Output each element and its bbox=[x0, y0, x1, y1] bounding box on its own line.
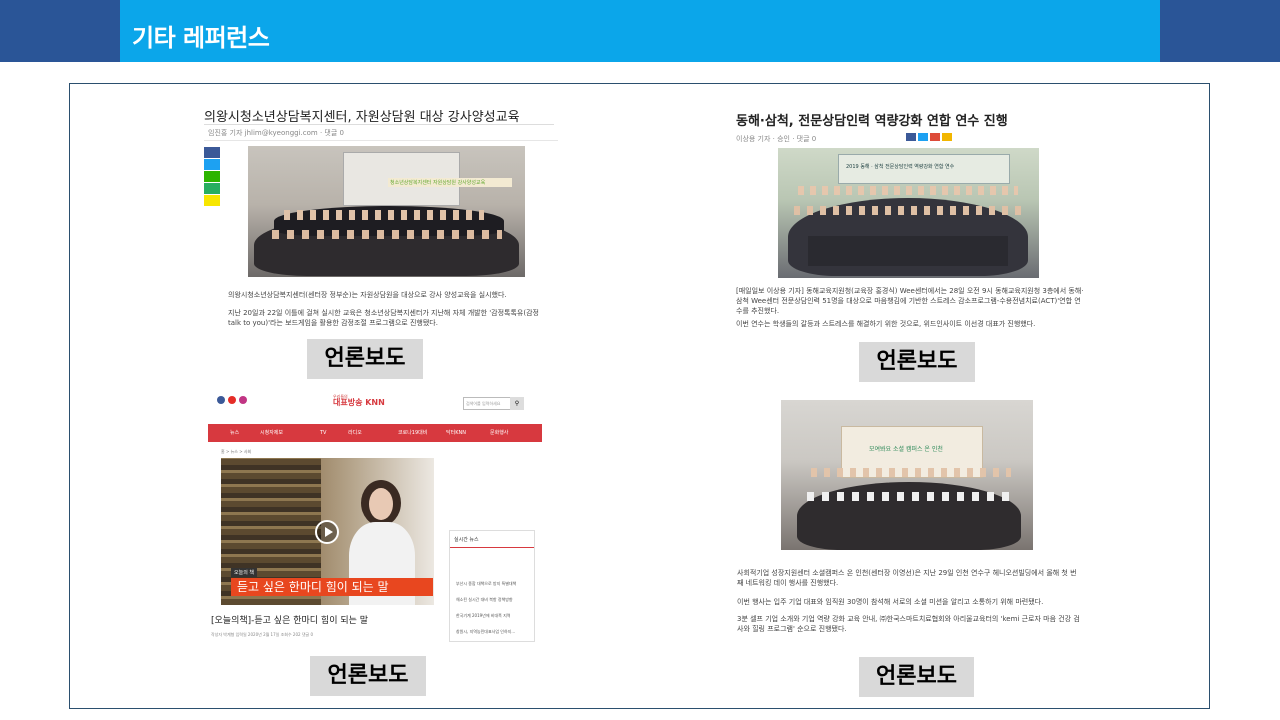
nav-radio[interactable]: 라디오 bbox=[348, 424, 362, 442]
band-share-icon[interactable] bbox=[204, 171, 220, 182]
article-body-3: 3분 셀프 기업 소개와 기업 역량 강화 교육 안내, ㈜한국스마트치료협회와… bbox=[737, 615, 1080, 633]
press-label-1: 언론보도 bbox=[307, 339, 423, 379]
article-body-2: 이번 행사는 입주 기업 대표와 임직원 30명이 참석해 서로의 소셜 미션을… bbox=[737, 598, 1044, 606]
article-photo: 청소년상담복지센터 자원상담원 강사양성교육 bbox=[248, 146, 525, 277]
nav-report[interactable]: 시청자제보 bbox=[260, 424, 283, 442]
photo-banner: 2019 동해 · 삼척 전문상담인력 역량강화 연합 연수 bbox=[846, 164, 955, 170]
nav-news[interactable]: 뉴스 bbox=[230, 424, 239, 442]
page-title: 기타 레퍼런스 bbox=[132, 24, 270, 52]
article-meta: 작성자 박계형 입력일 2020년 2월 17일 조회수 202 댓글 0 bbox=[211, 632, 313, 637]
press-clipping-4: 모여봐요 소셜 캠퍼스 온 인천 사회적기업 성장지원센터 소셜캠퍼스 온 인천… bbox=[733, 398, 1085, 640]
press-clipping-3: 우리들의 대표방송 KNN 검색어를 입력하세요 ⚲ 뉴스 시청자제보 TV 라… bbox=[205, 388, 545, 642]
side-news-panel: 실시간 뉴스 부산시 종합 대책으로 방지 특별대책 해소된 실시간 대비 북항… bbox=[449, 530, 535, 642]
breadcrumb: 홈 > 뉴스 > 사회 bbox=[221, 449, 252, 454]
article-photo: 2019 동해 · 삼척 전문상담인력 역량강화 연합 연수 bbox=[778, 148, 1039, 278]
side-news-item[interactable]: 부산시 종합 대책으로 방지 특별대책 bbox=[456, 581, 532, 587]
press-label-2: 언론보도 bbox=[859, 342, 975, 382]
kakao-share-icon[interactable] bbox=[204, 195, 220, 206]
article-meta: 이상용 기자 · 승인 · 댓글 0 bbox=[736, 135, 817, 143]
youtube-icon[interactable] bbox=[228, 396, 236, 404]
knn-logo[interactable]: 대표방송 KNN bbox=[333, 397, 385, 408]
nav-covid[interactable]: 코로나19대비 bbox=[398, 424, 427, 442]
nav-culture[interactable]: 문화행사 bbox=[490, 424, 508, 442]
side-news-item[interactable]: 해소된 실시간 대비 북항 정책방향 bbox=[456, 597, 532, 603]
line-share-icon[interactable] bbox=[204, 183, 220, 194]
side-news-item[interactable]: 창원시, 지역농민대표사업 인하지... bbox=[456, 629, 532, 635]
press-label-4: 언론보도 bbox=[859, 657, 974, 697]
facebook-icon[interactable] bbox=[217, 396, 225, 404]
side-news-item[interactable]: 한국기계 2019년에 비대폭 지역 bbox=[456, 613, 532, 619]
article-headline: 의왕시청소년상담복지센터, 자원상담원 대상 강사양성교육 bbox=[204, 110, 520, 125]
article-headline: 동해·삼척, 전문상담인력 역량강화 연합 연수 진행 bbox=[736, 114, 1008, 129]
knn-nav: 뉴스 시청자제보 TV 라디오 코로나19대비 닥터KNN 문화행사 bbox=[208, 424, 542, 442]
facebook-share-icon[interactable] bbox=[906, 133, 916, 141]
search-button[interactable]: ⚲ bbox=[510, 397, 524, 410]
instagram-icon[interactable] bbox=[239, 396, 247, 404]
article-body-1: 의왕시청소년상담복지센터(센터장 정부순)는 자원상담원을 대상으로 강사 양성… bbox=[228, 291, 507, 299]
nav-tv[interactable]: TV bbox=[320, 424, 326, 442]
press-label-3: 언론보도 bbox=[310, 656, 426, 696]
facebook-share-icon[interactable] bbox=[204, 147, 220, 158]
press-clipping-1: 의왕시청소년상담복지센터, 자원상담원 대상 강사양성교육 임진홍 기자 jhl… bbox=[198, 100, 560, 332]
nav-doctor[interactable]: 닥터KNN bbox=[446, 424, 466, 442]
title-band: 기타 레퍼런스 bbox=[120, 0, 1160, 62]
article-body-2: 지난 20일과 22일 이틀에 걸쳐 실시한 교육은 청소년상담복지센터가 지난… bbox=[228, 309, 539, 327]
kakao-share-icon[interactable] bbox=[942, 133, 952, 141]
video-player[interactable]: 오늘의 책 듣고 싶은 한마디 힘이 되는 말 bbox=[221, 458, 434, 605]
article-body-1: [매일일보 이상용 기자] 동해교육지원청(교육장 홍경식) Wee센터에서는 … bbox=[736, 287, 1084, 315]
photo-banner: 모여봐요 소셜 캠퍼스 온 인천 bbox=[869, 446, 943, 453]
video-caption: 듣고 싶은 한마디 힘이 되는 말 bbox=[231, 578, 433, 596]
search-input[interactable]: 검색어를 입력하세요 bbox=[463, 397, 513, 410]
twitter-share-icon[interactable] bbox=[918, 133, 928, 141]
video-badge: 오늘의 책 bbox=[231, 568, 257, 577]
article-headline: [오늘의책]-듣고 싶은 한마디 힘이 되는 말 bbox=[211, 616, 369, 626]
googleplus-share-icon[interactable] bbox=[930, 133, 940, 141]
article-photo: 모여봐요 소셜 캠퍼스 온 인천 bbox=[781, 400, 1033, 550]
twitter-share-icon[interactable] bbox=[204, 159, 220, 170]
play-icon[interactable] bbox=[315, 520, 339, 544]
photo-banner: 청소년상담복지센터 자원상담원 강사양성교육 bbox=[388, 178, 512, 187]
side-news-title: 실시간 뉴스 bbox=[454, 537, 479, 543]
article-meta: 임진홍 기자 jhlim@kyeonggi.com · 댓글 0 bbox=[208, 129, 344, 137]
article-body-1: 사회적기업 성장지원센터 소셜캠퍼스 온 인천(센터장 이영선)은 지난 29일… bbox=[737, 569, 1077, 587]
article-body-2: 이번 연수는 학생들의 갈등과 스트레스를 해결하기 위한 것으로, 위드인사이… bbox=[736, 320, 1036, 328]
press-clipping-2: 동해·삼척, 전문상담인력 역량강화 연합 연수 진행 이상용 기자 · 승인 … bbox=[732, 102, 1088, 334]
